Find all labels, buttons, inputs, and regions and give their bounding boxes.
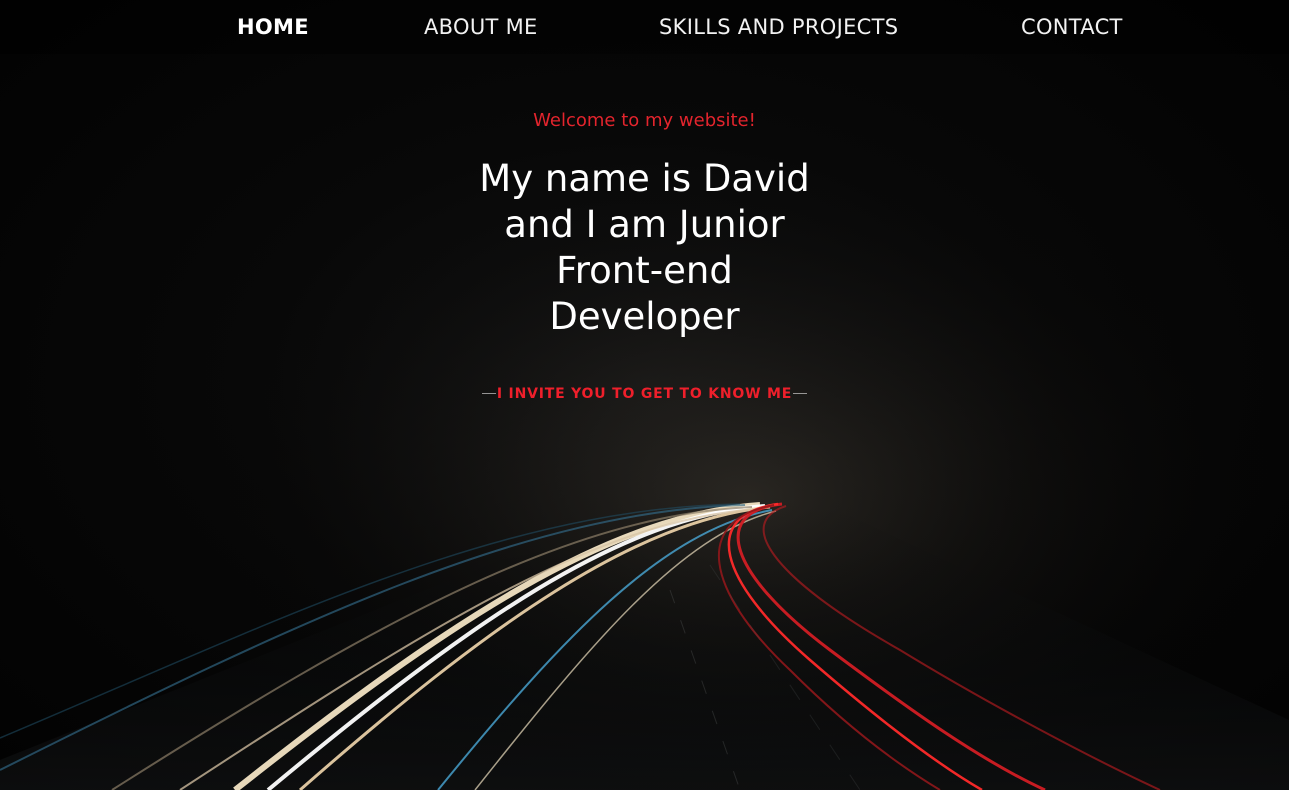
hero-headline: My name is David and I am Junior Front-e… xyxy=(0,156,1289,340)
invite-link-group: I INVITE YOU TO GET TO KNOW ME xyxy=(0,385,1289,403)
headline-line: My name is David xyxy=(479,157,810,200)
welcome-text: Welcome to my website! xyxy=(533,110,756,131)
headline-line: Front-end xyxy=(556,249,733,292)
invite-right-divider xyxy=(793,393,807,394)
hero-content: Welcome to my website! My name is David … xyxy=(0,0,1289,790)
headline-line: and I am Junior xyxy=(504,203,785,246)
hero-section: HOME ABOUT ME SKILLS AND PROJECTS CONTAC… xyxy=(0,0,1289,790)
invite-link[interactable]: I INVITE YOU TO GET TO KNOW ME xyxy=(0,385,1289,403)
headline-line: Developer xyxy=(549,295,740,338)
